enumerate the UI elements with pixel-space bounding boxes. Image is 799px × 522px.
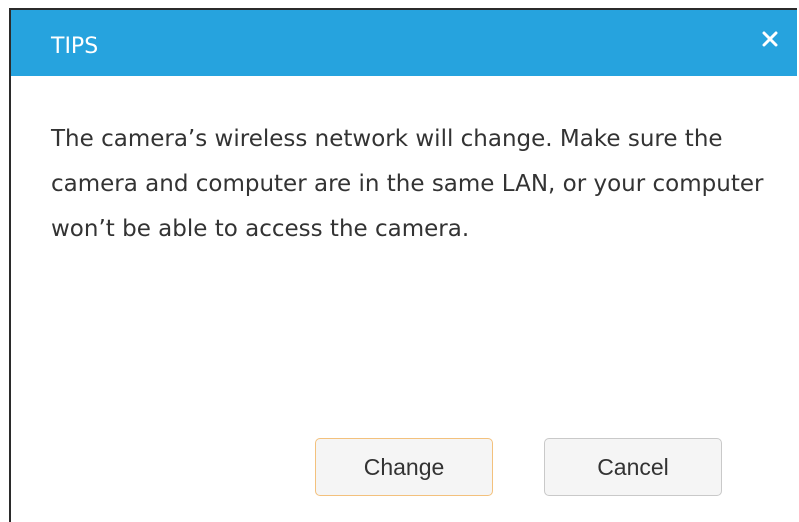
cancel-button-label: Cancel bbox=[597, 453, 669, 480]
dialog-header: TIPS bbox=[11, 10, 797, 76]
close-icon bbox=[757, 26, 783, 52]
cancel-button[interactable]: Cancel bbox=[544, 438, 722, 496]
dialog-message: The camera’s wireless network will chang… bbox=[51, 126, 764, 242]
dialog-title: TIPS bbox=[51, 34, 99, 59]
tips-dialog: TIPS The camera’s wireless network will … bbox=[9, 8, 797, 522]
change-button-label: Change bbox=[363, 453, 445, 480]
close-button[interactable] bbox=[757, 26, 783, 52]
change-button[interactable]: Change bbox=[315, 438, 493, 496]
